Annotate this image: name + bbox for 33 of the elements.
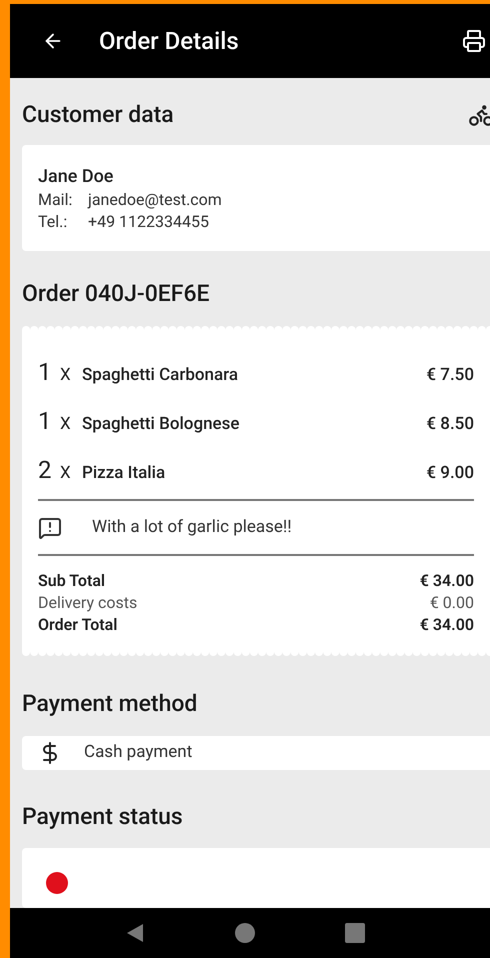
- total-amount: € 0.00: [430, 592, 474, 614]
- item-name: Spaghetti Carbonara: [82, 364, 240, 387]
- item-price: € 8.50: [426, 413, 474, 436]
- field-value: janedoe@test.com: [88, 188, 222, 210]
- times-sign: X: [60, 364, 72, 387]
- total-label: Order Total: [38, 614, 118, 636]
- customer-name: Jane Doe: [38, 164, 114, 188]
- field-value: +49 1122334455: [88, 210, 209, 232]
- field-label: Tel.:: [38, 210, 68, 232]
- item-quantity: 1: [38, 406, 52, 437]
- item-quantity: 2: [38, 455, 52, 486]
- item-name: Pizza Italia: [82, 462, 166, 485]
- item-name: Spaghetti Bolognese: [82, 413, 240, 436]
- order-note: With a lot of garlic please!!: [92, 516, 292, 539]
- times-sign: X: [60, 462, 72, 485]
- section-heading: Payment status: [22, 802, 184, 832]
- item-quantity: 1: [38, 357, 52, 388]
- back-triangle-icon[interactable]: [125, 923, 145, 943]
- payment-method: Cash payment: [84, 740, 192, 764]
- screen-title: Order Details: [99, 26, 240, 57]
- item-price: € 9.00: [426, 462, 474, 485]
- total-label: Delivery costs: [38, 592, 138, 614]
- printer-icon[interactable]: [462, 29, 486, 53]
- total-label: Sub Total: [38, 570, 106, 592]
- section-heading: Customer data: [22, 100, 174, 130]
- total-amount: € 34.00: [420, 570, 474, 592]
- section-heading: Order 040J-0EF6E: [22, 278, 211, 308]
- field-label: Mail:: [38, 188, 74, 210]
- total-amount: € 34.00: [420, 614, 474, 636]
- comment-alert-icon: [38, 516, 62, 540]
- times-sign: X: [60, 413, 72, 436]
- section-heading: Payment method: [22, 689, 198, 719]
- item-price: € 7.50: [426, 364, 474, 387]
